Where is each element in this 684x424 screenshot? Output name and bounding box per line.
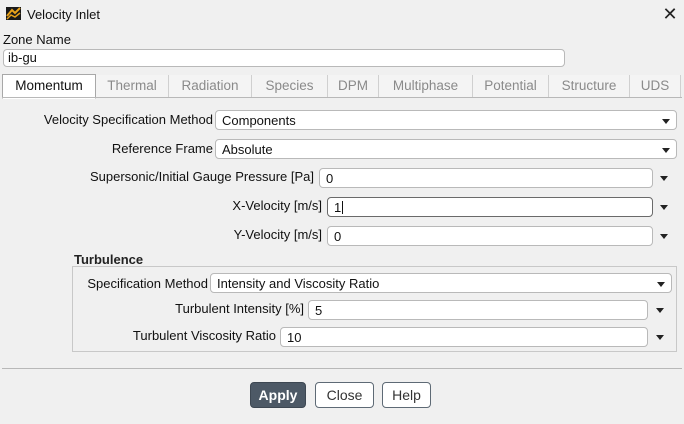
title-bar: Velocity Inlet ✕ (0, 0, 684, 28)
y-velocity-value: 0 (334, 229, 342, 244)
help-button[interactable]: Help (382, 382, 431, 408)
reference-frame-select[interactable]: Absolute (215, 139, 677, 159)
x-velocity-input[interactable]: 1 (327, 197, 653, 217)
tab-species[interactable]: Species (252, 75, 328, 97)
turbulence-group-title: Turbulence (74, 252, 144, 267)
tab-structure[interactable]: Structure (549, 75, 630, 97)
y-velocity-label: Y-Velocity [m/s] (233, 227, 322, 242)
turbulent-intensity-input[interactable]: 5 (308, 300, 648, 320)
window-title: Velocity Inlet (27, 7, 100, 22)
close-button[interactable]: Close (315, 382, 374, 408)
turbulent-viscosity-ratio-value: 10 (287, 330, 302, 345)
reference-frame-label: Reference Frame (111, 141, 213, 156)
chevron-down-icon (662, 119, 670, 124)
reference-frame-value: Absolute (222, 142, 273, 157)
velocity-spec-method-select[interactable]: Components (215, 110, 677, 130)
tab-bar: Momentum Thermal Radiation Species DPM M… (2, 74, 682, 99)
app-logo-icon (6, 7, 21, 20)
tab-divider (2, 97, 682, 98)
velocity-spec-method-value: Components (222, 113, 296, 128)
gauge-pressure-input[interactable]: 0 (319, 168, 653, 188)
tab-multiphase[interactable]: Multiphase (379, 75, 473, 97)
chevron-down-icon (662, 148, 670, 153)
velocity-spec-method-label: Velocity Specification Method (43, 112, 213, 127)
tab-radiation[interactable]: Radiation (169, 75, 252, 97)
turbulence-spec-method-label: Specification Method (87, 276, 208, 291)
gauge-pressure-options-icon[interactable] (660, 176, 668, 181)
apply-button[interactable]: Apply (250, 382, 306, 408)
gauge-pressure-label: Supersonic/Initial Gauge Pressure [Pa] (89, 169, 314, 184)
x-velocity-value: 1 (334, 200, 344, 215)
turbulent-intensity-label: Turbulent Intensity [%] (175, 301, 304, 316)
x-velocity-label: X-Velocity [m/s] (232, 198, 322, 213)
gauge-pressure-value: 0 (326, 171, 334, 186)
tab-dpm[interactable]: DPM (328, 75, 379, 97)
text-cursor (342, 201, 344, 214)
chevron-down-icon (657, 282, 665, 287)
turbulent-viscosity-ratio-input[interactable]: 10 (280, 327, 648, 347)
turbulence-spec-method-select[interactable]: Intensity and Viscosity Ratio (210, 273, 672, 293)
tab-potential[interactable]: Potential (473, 75, 549, 97)
turbulent-intensity-options-icon[interactable] (656, 308, 664, 313)
x-velocity-options-icon[interactable] (660, 205, 668, 210)
turbulence-spec-method-value: Intensity and Viscosity Ratio (217, 276, 380, 291)
button-divider (2, 368, 682, 369)
tab-momentum[interactable]: Momentum (2, 74, 96, 99)
close-icon[interactable]: ✕ (660, 4, 680, 24)
zone-name-label: Zone Name (3, 32, 71, 47)
tab-uds[interactable]: UDS (630, 75, 681, 97)
tab-thermal[interactable]: Thermal (96, 75, 169, 97)
y-velocity-options-icon[interactable] (660, 234, 668, 239)
zone-name-input[interactable]: ib-gu (3, 49, 565, 67)
turbulent-viscosity-ratio-label: Turbulent Viscosity Ratio (132, 328, 276, 343)
turbulent-intensity-value: 5 (315, 303, 323, 318)
y-velocity-input[interactable]: 0 (327, 226, 653, 246)
turbulent-viscosity-ratio-options-icon[interactable] (656, 335, 664, 340)
